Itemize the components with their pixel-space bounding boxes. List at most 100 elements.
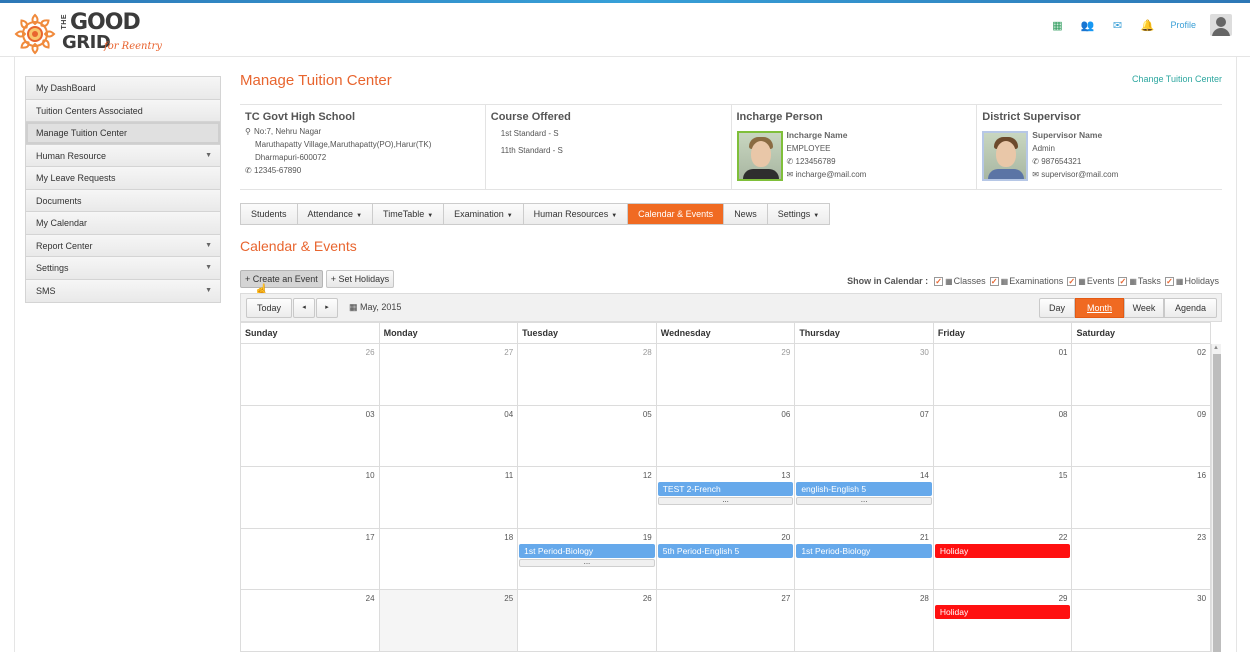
view-day-button[interactable]: Day bbox=[1039, 298, 1075, 318]
calendar-body: 26 27 28 29 30 01 02 03 04 05 06 07 08 09 10 11 12 13 TEST… bbox=[241, 344, 1212, 652]
brand-logo[interactable]: THE GOOD GRID for Reentry bbox=[12, 9, 172, 57]
view-agenda-button[interactable]: Agenda bbox=[1164, 298, 1217, 318]
day-cell[interactable]: 09 bbox=[1072, 405, 1212, 466]
profile-link[interactable]: Profile bbox=[1170, 20, 1196, 30]
calendar-event[interactable]: 1st Period-Biology bbox=[796, 543, 932, 558]
prev-month-button[interactable]: ◂ bbox=[293, 298, 315, 318]
set-holidays-button[interactable]: + Set Holidays bbox=[325, 270, 395, 288]
day-cell[interactable]: 11 bbox=[380, 467, 519, 528]
holiday-event[interactable]: Holiday bbox=[934, 605, 1071, 619]
day-cell[interactable]: 01 bbox=[934, 344, 1073, 405]
day-cell[interactable]: 30 bbox=[795, 344, 934, 405]
day-cell[interactable]: 07 bbox=[795, 405, 934, 466]
calendar-event[interactable]: english-English 5 bbox=[796, 482, 932, 496]
calendar-scrollbar[interactable]: ▲ bbox=[1211, 344, 1221, 652]
day-number: 13 bbox=[781, 471, 791, 480]
examinations-checkbox[interactable]: ✓ bbox=[989, 276, 999, 286]
sidebar-item-settings[interactable]: Settings ▼ bbox=[26, 257, 220, 280]
center-address-line2: Maruthapatty Village,Maruthapatty(PO),Ha… bbox=[255, 140, 432, 149]
day-cell[interactable]: 26 bbox=[241, 344, 380, 405]
bell-icon[interactable]: 🔔 bbox=[1132, 19, 1162, 32]
sidebar-item-sms[interactable]: SMS ▼ bbox=[26, 279, 220, 302]
tasks-checkbox[interactable]: ✓ bbox=[1118, 276, 1128, 286]
view-month-button[interactable]: Month bbox=[1075, 298, 1124, 318]
more-events-button[interactable]: ... bbox=[657, 496, 794, 505]
sidebar-item-human-resource[interactable]: Human Resource ▼ bbox=[26, 144, 220, 167]
tab-news[interactable]: News bbox=[724, 204, 768, 224]
day-number: 01 bbox=[1058, 348, 1068, 357]
day-cell[interactable]: 18 bbox=[380, 528, 519, 589]
sidebar-item-manage-tuition-center[interactable]: Manage Tuition Center bbox=[26, 122, 220, 145]
day-cell[interactable]: 26 bbox=[518, 590, 657, 651]
day-cell[interactable]: 16 bbox=[1072, 467, 1212, 528]
day-cell[interactable]: 03 bbox=[241, 405, 380, 466]
day-cell[interactable]: 27 bbox=[380, 344, 519, 405]
calendar-event[interactable]: TEST 2-French bbox=[657, 482, 794, 496]
day-cell[interactable]: 20 5th Period-English 5 bbox=[657, 528, 796, 589]
day-cell[interactable]: 06 bbox=[657, 405, 796, 466]
tab-examination[interactable]: Examination ▼ bbox=[444, 204, 524, 224]
tab-students[interactable]: Students bbox=[241, 204, 298, 224]
holiday-event[interactable]: Holiday bbox=[934, 543, 1071, 558]
flower-logo-icon bbox=[14, 13, 56, 55]
more-events-button[interactable]: ... bbox=[519, 557, 655, 567]
calendar-event[interactable]: 5th Period-English 5 bbox=[657, 543, 794, 558]
tab-settings[interactable]: Settings ▼ bbox=[767, 204, 830, 224]
day-cell[interactable]: 19 1st Period-Biology... bbox=[518, 528, 657, 589]
scrollbar-thumb[interactable] bbox=[1213, 354, 1221, 652]
sidebar-item-report-center[interactable]: Report Center ▼ bbox=[26, 234, 220, 257]
day-cell[interactable]: 24 bbox=[241, 590, 380, 651]
day-cell[interactable]: 13 TEST 2-French... bbox=[657, 467, 796, 528]
day-number: 27 bbox=[781, 594, 791, 603]
tab-calendar-events[interactable]: Calendar & Events bbox=[628, 204, 725, 224]
calendar-week-row: 17 18 19 1st Period-Biology... 20 5th Period-… bbox=[241, 528, 1212, 590]
more-events-button[interactable]: ... bbox=[796, 496, 932, 505]
next-month-button[interactable]: ▸ bbox=[316, 298, 338, 318]
weekday-label: Wednesday bbox=[657, 323, 796, 343]
day-cell[interactable]: 17 bbox=[241, 528, 380, 589]
day-cell[interactable]: 30 bbox=[1072, 590, 1212, 651]
mail-icon[interactable]: ✉ bbox=[1102, 19, 1132, 32]
day-cell[interactable]: 28 bbox=[518, 344, 657, 405]
change-tuition-center-link[interactable]: Change Tuition Center bbox=[1132, 74, 1222, 84]
day-cell[interactable]: 27 bbox=[657, 590, 796, 651]
supervisor-email: ✉ supervisor@mail.com bbox=[1032, 170, 1119, 179]
avatar[interactable] bbox=[1210, 14, 1232, 36]
filter-label: Show in Calendar : bbox=[847, 276, 929, 286]
sidebar-item-documents[interactable]: Documents bbox=[26, 189, 220, 212]
tab-human-resources[interactable]: Human Resources ▼ bbox=[523, 204, 629, 224]
sidebar-item-my-calendar[interactable]: My Calendar bbox=[26, 212, 220, 235]
sidebar-item-label: My DashBoard bbox=[36, 83, 96, 93]
tab-timetable[interactable]: TimeTable ▼ bbox=[373, 204, 445, 224]
day-cell[interactable]: 23 bbox=[1072, 528, 1212, 589]
view-week-button[interactable]: Week bbox=[1124, 298, 1164, 318]
scroll-up-icon[interactable]: ▲ bbox=[1213, 345, 1219, 351]
events-checkbox[interactable]: ✓ bbox=[1067, 276, 1077, 286]
calendar-icon: ▦ bbox=[349, 302, 361, 312]
sidebar-item-dashboard[interactable]: My DashBoard bbox=[26, 77, 220, 100]
day-cell[interactable]: 12 bbox=[518, 467, 657, 528]
today-button[interactable]: Today bbox=[246, 298, 292, 318]
users-icon[interactable]: 👥 bbox=[1072, 19, 1102, 32]
day-cell[interactable]: 15 bbox=[934, 467, 1073, 528]
day-cell[interactable]: 29 Holiday bbox=[934, 590, 1073, 651]
day-cell[interactable]: 22 Holiday bbox=[934, 528, 1073, 589]
holidays-checkbox[interactable]: ✓ bbox=[1164, 276, 1174, 286]
day-cell[interactable]: 10 bbox=[241, 467, 380, 528]
apps-grid-icon[interactable]: ▦ bbox=[1042, 19, 1072, 32]
tab-attendance[interactable]: Attendance ▼ bbox=[297, 204, 374, 224]
create-event-button[interactable]: + Create an Event bbox=[240, 270, 323, 288]
day-cell[interactable]: 28 bbox=[795, 590, 934, 651]
day-cell[interactable]: 25 bbox=[379, 590, 519, 651]
day-cell[interactable]: 29 bbox=[657, 344, 796, 405]
calendar-event[interactable]: 1st Period-Biology bbox=[519, 543, 655, 558]
day-cell[interactable]: 02 bbox=[1072, 344, 1212, 405]
day-cell[interactable]: 21 1st Period-Biology bbox=[795, 528, 934, 589]
sidebar-item-leave-requests[interactable]: My Leave Requests bbox=[26, 167, 220, 190]
sidebar-item-tuition-centers-associated[interactable]: Tuition Centers Associated bbox=[26, 99, 220, 122]
day-cell[interactable]: 08 bbox=[934, 405, 1073, 466]
day-cell[interactable]: 14 english-English 5... bbox=[795, 467, 934, 528]
classes-checkbox[interactable]: ✓ bbox=[934, 276, 944, 286]
day-cell[interactable]: 05 bbox=[518, 405, 657, 466]
day-cell[interactable]: 04 bbox=[380, 405, 519, 466]
